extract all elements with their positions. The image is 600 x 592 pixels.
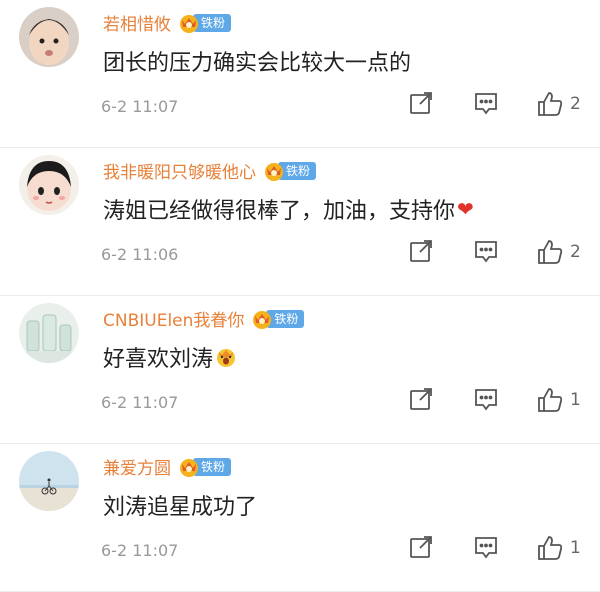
reply-button[interactable] [473,238,499,264]
timestamp: 6-2 11:07 [101,97,179,116]
username[interactable]: 若相惜攸 铁粉 [103,10,232,35]
share-icon [410,240,432,262]
crown-icon [180,14,198,33]
comment-text-value: 好喜欢刘涛 [103,347,214,372]
crown-icon [265,162,283,181]
like-button[interactable]: 2 [536,90,581,118]
thumbs-up-icon [538,240,563,264]
reply-button[interactable] [473,386,499,412]
fan-badge: 铁粉 [262,161,317,181]
thumbs-up-icon [538,388,563,412]
comment-item: 兼爱方圆 铁粉 刘涛追星成功了 6-2 11:07 1 [0,444,600,592]
crown-icon [253,310,272,329]
comment-text: 团长的压力确实会比较大一点的 [103,45,411,77]
reply-button[interactable] [473,90,499,116]
like-button[interactable]: 2 [536,238,581,266]
heart-emoji-icon: ❤ [457,197,474,221]
share-button[interactable] [408,534,434,560]
share-button[interactable] [408,238,434,264]
comment-text-value: 团长的压力确实会比较大一点的 [103,51,412,76]
comment-text: 好喜欢刘涛 [103,341,237,373]
username-text[interactable]: 我非暖阳只够暖他心 [103,158,256,183]
like-button[interactable]: 1 [536,534,581,562]
timestamp: 6-2 11:07 [101,541,179,560]
comment-icon [475,241,497,263]
user-avatar[interactable] [19,451,79,511]
username-text[interactable]: 兼爱方圆 [103,454,171,479]
share-icon [410,536,432,558]
comment-icon [475,93,497,115]
username[interactable]: CNBIUElen我眷你 铁粉 [103,306,305,331]
user-avatar[interactable] [19,303,79,363]
like-count: 1 [570,390,581,410]
user-avatar[interactable] [19,7,79,67]
like-count: 1 [570,538,581,558]
user-avatar[interactable] [19,155,79,215]
share-icon [410,388,432,410]
fan-badge: 铁粉 [177,13,232,33]
comment-text-value: 涛姐已经做得很棒了，加油，支持你 [103,199,456,224]
reply-button[interactable] [473,534,499,560]
username[interactable]: 我非暖阳只够暖他心 铁粉 [103,158,317,183]
thumbs-up-icon [538,536,563,560]
comment-item: 我非暖阳只够暖他心 铁粉 涛姐已经做得很棒了，加油，支持你 ❤ 6-2 11:0… [0,148,600,296]
like-button[interactable]: 1 [536,386,581,414]
comment-item: CNBIUElen我眷你 铁粉 好喜欢刘涛 6-2 11:07 1 [0,296,600,444]
username-text[interactable]: CNBIUElen我眷你 [103,306,244,331]
timestamp: 6-2 11:06 [101,245,179,264]
username[interactable]: 兼爱方圆 铁粉 [103,454,232,479]
like-count: 2 [570,242,581,262]
comment-text-value: 刘涛追星成功了 [103,495,258,520]
comment-icon [475,537,497,559]
fan-badge: 铁粉 [177,457,232,477]
share-button[interactable] [408,386,434,412]
crown-icon [180,458,198,477]
comment-item: 若相惜攸 铁粉 团长的压力确实会比较大一点的 6-2 11:07 2 [0,0,600,148]
comment-text: 涛姐已经做得很棒了，加油，支持你 ❤ [103,193,474,225]
awe-face-emoji-icon [217,349,236,367]
username-text[interactable]: 若相惜攸 [103,10,171,35]
comment-icon [475,389,497,411]
timestamp: 6-2 11:07 [101,393,179,412]
fan-badge: 铁粉 [250,309,305,329]
comment-text: 刘涛追星成功了 [103,489,257,521]
thumbs-up-icon [538,92,563,116]
share-button[interactable] [408,90,434,116]
share-icon [410,92,432,114]
like-count: 2 [570,94,581,114]
